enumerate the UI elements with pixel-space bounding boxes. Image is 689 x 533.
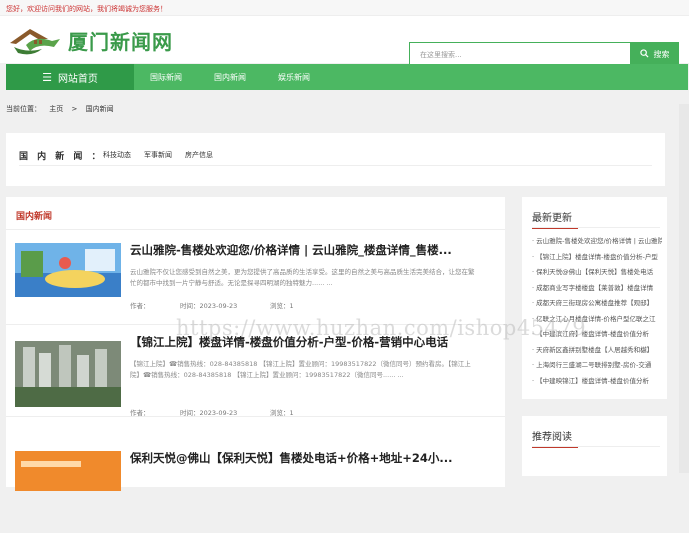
list-item[interactable]: 亿联之江心月楼盘详情-价格户型亿联之江 [532, 313, 662, 329]
list-item: 保利天悦@佛山【保利天悦】售楼处电话+价格+地址+24小... [6, 441, 505, 533]
article-list: 国内新闻 云山雅院-售楼处欢迎您/价格详情 | 云山雅院_楼盘详情_售楼... … [6, 197, 505, 491]
divider [6, 229, 505, 230]
site-logo[interactable]: 厦门新闻网 [8, 22, 178, 58]
list-item[interactable]: 【锦江上院】楼盘详情-楼盘价值分析-户型 [532, 251, 662, 267]
recommended-title: 推荐阅读 [532, 428, 578, 448]
latest-updates-list: 云山雅院-售楼处欢迎您/价格详情 | 云山雅院 【锦江上院】楼盘详情-楼盘价值分… [532, 235, 662, 390]
nav-item-label: 国内新闻 [214, 72, 246, 82]
list-item[interactable]: 【中建映锦江】楼盘详情-楼盘价值分析 [532, 375, 662, 391]
article-time: 时间：2023-09-23 [180, 302, 238, 310]
latest-updates-panel: 最新更新 云山雅院-售楼处欢迎您/价格详情 | 云山雅院 【锦江上院】楼盘详情-… [522, 197, 667, 399]
breadcrumb-home[interactable]: 主页 [49, 105, 63, 113]
recommended-panel: 推荐阅读 [522, 416, 667, 476]
site-name: 厦门新闻网 [68, 29, 173, 54]
search-icon [639, 49, 649, 60]
nav-item-label: 国际新闻 [150, 72, 182, 82]
breadcrumb-current[interactable]: 国内新闻 [86, 105, 114, 113]
list-item[interactable]: 保利天悦@佛山【保利天悦】售楼处电话 [532, 266, 662, 282]
list-item[interactable]: 成都天府三街现房公寓楼盘推荐【观邸】 [532, 297, 662, 313]
article-thumbnail[interactable] [15, 451, 121, 491]
search-button-label: 搜索 [653, 50, 670, 59]
list-item[interactable]: 云山雅院-售楼处欢迎您/价格详情 | 云山雅院 [532, 235, 662, 251]
article-title[interactable]: 云山雅院-售楼处欢迎您/价格详情 | 云山雅院_楼盘详情_售楼... [130, 242, 490, 258]
category-box: 国 内 新 闻 ： 科技动态 军事新闻 房产信息 [6, 133, 665, 186]
list-item: 【锦江上院】楼盘详情-楼盘价值分析-户型-价格-营销中心电话 【锦江上院】☎销售… [6, 325, 505, 417]
divider [532, 446, 660, 447]
article-thumbnail[interactable] [15, 243, 121, 297]
article-thumbnail[interactable] [15, 341, 121, 407]
nav-item-label: 娱乐新闻 [278, 72, 310, 82]
article-views: 浏览：1 [270, 409, 294, 417]
category-link-tech[interactable]: 科技动态 [103, 150, 131, 160]
nav-item-entertainment[interactable]: 娱乐新闻 [262, 64, 326, 90]
category-links: 科技动态 军事新闻 房产信息 [103, 150, 213, 160]
article-meta: 作者： 时间：2023-09-23 浏览：1 [130, 407, 294, 417]
category-link-realestate[interactable]: 房产信息 [185, 150, 213, 160]
article-time: 时间：2023-09-23 [180, 409, 238, 417]
site-header: 厦门新闻网 在这里搜索... 搜索 [0, 16, 689, 67]
list-item[interactable]: 上海闵行三盛湖二号联排别墅-房价-交通 [532, 359, 662, 375]
article-author: 作者： [130, 409, 150, 417]
list-item: 云山雅院-售楼处欢迎您/价格详情 | 云山雅院_楼盘详情_售楼... 云山雅院不… [6, 233, 505, 325]
category-title: 国 内 新 闻 ： [19, 152, 104, 162]
breadcrumb: 当前位置： 主页 > 国内新闻 [6, 104, 120, 114]
breadcrumb-separator: > [71, 105, 78, 113]
house-roof-logo-icon [8, 23, 64, 57]
list-item[interactable]: 天府新区鑫拼别墅楼盘【人居越秀和樾】 [532, 344, 662, 360]
list-item[interactable]: 成都商业写字楼楼盘【莱普敦】楼盘详情 [532, 282, 662, 298]
main-nav: ☰ 网站首页 国际新闻 国内新闻 娱乐新闻 [6, 64, 688, 90]
list-item[interactable]: 【中建滨江府】楼盘详情-楼盘价值分析 [532, 328, 662, 344]
scrollbar[interactable] [679, 104, 689, 473]
category-link-military[interactable]: 军事新闻 [144, 150, 172, 160]
nav-item-domestic[interactable]: 国内新闻 [198, 64, 262, 90]
article-summary: 云山雅院不仅让您感受到自然之美，更为您提供了高品质的生活享受。这里的自然之美与高… [130, 268, 475, 287]
article-summary: 【锦江上院】☎销售热线：028-84385818 【锦江上院】置业顾问：1998… [130, 360, 471, 379]
article-views: 浏览：1 [270, 302, 294, 310]
divider [532, 227, 660, 228]
article-title[interactable]: 【锦江上院】楼盘详情-楼盘价值分析-户型-价格-营销中心电话 [130, 334, 490, 350]
welcome-bar: 您好，欢迎访问我们的网站，我们将竭诚为您服务！ [0, 0, 689, 16]
nav-item-label: 网站首页 [57, 73, 98, 85]
latest-updates-title: 最新更新 [532, 209, 578, 229]
article-meta: 作者： 时间：2023-09-23 浏览：1 [130, 300, 294, 310]
article-author: 作者： [130, 302, 150, 310]
nav-item-home[interactable]: ☰ 网站首页 [6, 64, 134, 90]
welcome-text: 您好，欢迎访问我们的网站，我们将竭诚为您服务！ [6, 5, 167, 13]
article-title[interactable]: 保利天悦@佛山【保利天悦】售楼处电话+价格+地址+24小... [130, 450, 490, 466]
nav-item-international[interactable]: 国际新闻 [134, 64, 198, 90]
divider [19, 165, 652, 166]
breadcrumb-prefix: 当前位置： [6, 105, 41, 113]
menu-icon: ☰ [42, 70, 52, 84]
section-title: 国内新闻 [16, 212, 53, 222]
